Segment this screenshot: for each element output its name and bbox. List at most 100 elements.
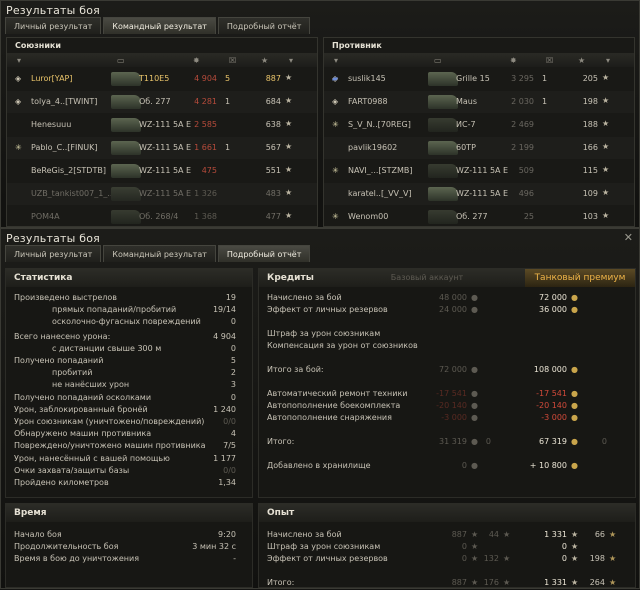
- tank-icon[interactable]: ▭: [117, 56, 125, 65]
- stat-label: осколочно-фугасных повреждений: [52, 317, 201, 327]
- free-xp-icon: ★: [503, 554, 511, 563]
- damage-value: 25: [523, 212, 534, 221]
- stat-label: Получено попаданий осколками: [14, 392, 152, 402]
- stat-label: Всего нанесено урона:: [14, 331, 111, 341]
- player-row[interactable]: Wenom00 ✳ Об. 277 25 103 ★: [324, 206, 634, 228]
- platoon-icon[interactable]: ▾: [289, 56, 293, 65]
- tab-detailed[interactable]: Подробный отчёт: [217, 245, 311, 262]
- tank-icon[interactable]: ▭: [434, 56, 442, 65]
- stat-row: Обнаружено машин противника 4: [14, 429, 246, 439]
- player-row[interactable]: Henesuuu WZ-111 5A E2 585 638 ★: [7, 114, 317, 136]
- tab-personal[interactable]: Личный результат: [5, 245, 102, 262]
- player-row[interactable]: BeReGis_2[STDTB] WZ-111 5A E 475 551 ★: [7, 160, 317, 182]
- stat-value: 0: [230, 343, 236, 353]
- credit-label: Компенсация за урон от союзников: [267, 341, 418, 350]
- clan-emblem-icon: ✳: [332, 212, 339, 221]
- xp-title: Опыт: [259, 504, 635, 522]
- free-xp-icon: ★: [503, 578, 511, 587]
- xp-star-icon[interactable]: ★: [578, 56, 585, 65]
- tank-name: Maus: [456, 97, 478, 106]
- player-row[interactable]: suslik145 ◈ ▰ Grille 15 3 295 1 205 ★: [324, 68, 634, 90]
- frags-value: 1: [542, 74, 548, 83]
- free-xp-icon: ★: [609, 578, 617, 587]
- credit-premium-value: -17 541: [536, 389, 567, 398]
- credit-row: Штраф за урон союзникам: [267, 329, 633, 339]
- stat-label: прямых попаданий/пробитий: [52, 305, 177, 315]
- stat-value: 4: [230, 429, 236, 439]
- player-row[interactable]: pavlik19602 60TP 2 199 166 ★: [324, 137, 634, 159]
- frags-icon[interactable]: ☒: [229, 56, 236, 65]
- xp-value: 638: [265, 120, 281, 129]
- enemies-title: Противник: [332, 41, 382, 50]
- tab-personal[interactable]: Личный результат: [5, 17, 102, 34]
- stat-label: не нанёсших урон: [52, 380, 130, 390]
- player-icon[interactable]: ▾: [17, 56, 21, 65]
- xp-premium-value: 1 331: [544, 530, 567, 539]
- stat-row: Повреждено/уничтожено машин противника 7/…: [14, 441, 246, 451]
- window-title: Результаты боя: [6, 4, 100, 17]
- tank-icon: [111, 164, 141, 178]
- player-icon[interactable]: ▾: [334, 56, 338, 65]
- credits-coin-icon: ●: [571, 413, 578, 422]
- stat-value: 1 240: [213, 404, 236, 414]
- frags-icon[interactable]: ☒: [546, 56, 553, 65]
- free-xp-icon: ★: [503, 530, 511, 539]
- player-row[interactable]: NAVI_...[STZMB] ✳ WZ-111 5A E 509 115 ★: [324, 160, 634, 182]
- xp-value: 887: [265, 74, 281, 83]
- damage-value: 496: [518, 189, 534, 198]
- player-row[interactable]: POM4A Об. 268/4 1 368 477 ★: [7, 206, 317, 228]
- xp-star-icon: ★: [602, 211, 610, 220]
- tank-icon: [428, 95, 458, 109]
- player-row[interactable]: FART0988 ◈ Maus 2 030 1 198 ★: [324, 91, 634, 113]
- stat-label: пробитий: [52, 368, 93, 378]
- allies-title: Союзники: [15, 41, 61, 50]
- player-row[interactable]: tolya_4..[TWINT] ◈ Об. 277 4 281 1 684 ★: [7, 91, 317, 113]
- stat-row: прямых попаданий/пробитий 19/14: [14, 305, 246, 315]
- clan-emblem-icon: ▰: [332, 74, 339, 83]
- free-xp-base-value: 44: [488, 530, 499, 539]
- damage-icon[interactable]: ✸: [193, 56, 200, 65]
- xp-value: 567: [265, 143, 281, 152]
- credits-coin-icon: ●: [471, 293, 478, 302]
- tab-team[interactable]: Командный результат: [103, 245, 216, 262]
- damage-icon[interactable]: ✸: [510, 56, 517, 65]
- tab-detailed[interactable]: Подробный отчёт: [217, 17, 311, 34]
- damage-value: 2 469: [511, 120, 534, 129]
- close-icon[interactable]: ✕: [624, 231, 633, 244]
- tank-icon: [111, 95, 141, 109]
- enemies-column-header: ▾ ▭ ✸ ☒ ★ ▾: [324, 53, 634, 67]
- frags-value: 1: [542, 97, 548, 106]
- xp-row: Эффект от личных резервов 0 ★ 132 ★ 0 ★ 198 ★: [267, 554, 633, 564]
- xp-row: Итого: 887 ★ 176 ★ 1 331 ★ 264 ★: [267, 578, 633, 588]
- time-row: Время в бою до уничтожения -: [14, 554, 246, 564]
- player-row[interactable]: S_V_N..[70REG] ✳ ИС-7 2 469 188 ★: [324, 114, 634, 136]
- player-row[interactable]: karatel..[_VV_V] WZ-111 5A E 496 109 ★: [324, 183, 634, 205]
- tab-team[interactable]: Командный результат: [103, 17, 216, 34]
- xp-star-icon: ★: [471, 542, 479, 551]
- player-name: tolya_4..[TWINT]: [31, 97, 98, 106]
- xp-base-value: 887: [451, 530, 467, 539]
- stat-row: Урон, заблокированный бронёй 1 240: [14, 405, 246, 415]
- time-label: Начало боя: [14, 530, 62, 539]
- stat-row: Получено попаданий осколками 0: [14, 393, 246, 403]
- damage-value: 2 030: [511, 97, 534, 106]
- clan-emblem-icon: ✳: [332, 120, 339, 129]
- player-name: Henesuuu: [31, 120, 72, 129]
- frags-value: 1: [225, 143, 231, 152]
- credit-row: Эффект от личных резервов 24 000 ● 36 000 ●: [267, 305, 633, 315]
- stat-row: Урон союзникам (уничтожено/повреждений) 0…: [14, 417, 246, 427]
- tank-name: ИС-7: [456, 120, 476, 129]
- player-row[interactable]: Luror[YAP] ◈ T110E5 4 904 5 887 ★: [7, 68, 317, 90]
- free-xp-icon: ★: [609, 554, 617, 563]
- player-row[interactable]: UZB_tankist007_1_... WZ-111 5A E1 326 483 ★: [7, 183, 317, 205]
- tab-bar: Личный результат Командный результат Под…: [5, 17, 311, 34]
- player-row[interactable]: Pablo_C..[FINUK] ✳ WZ-111 5A E1 661 1 567 ★: [7, 137, 317, 159]
- platoon-icon[interactable]: ▾: [606, 56, 610, 65]
- platoon-badge-icon: ◈: [15, 97, 22, 106]
- xp-star-icon: ★: [602, 73, 610, 82]
- credit-base-value: -3 000: [441, 413, 467, 422]
- time-value: 3 мин 32 с: [192, 542, 236, 551]
- stat-value: 1 177: [213, 453, 236, 463]
- xp-star-icon[interactable]: ★: [261, 56, 268, 65]
- damage-value: 2 585: [194, 120, 217, 129]
